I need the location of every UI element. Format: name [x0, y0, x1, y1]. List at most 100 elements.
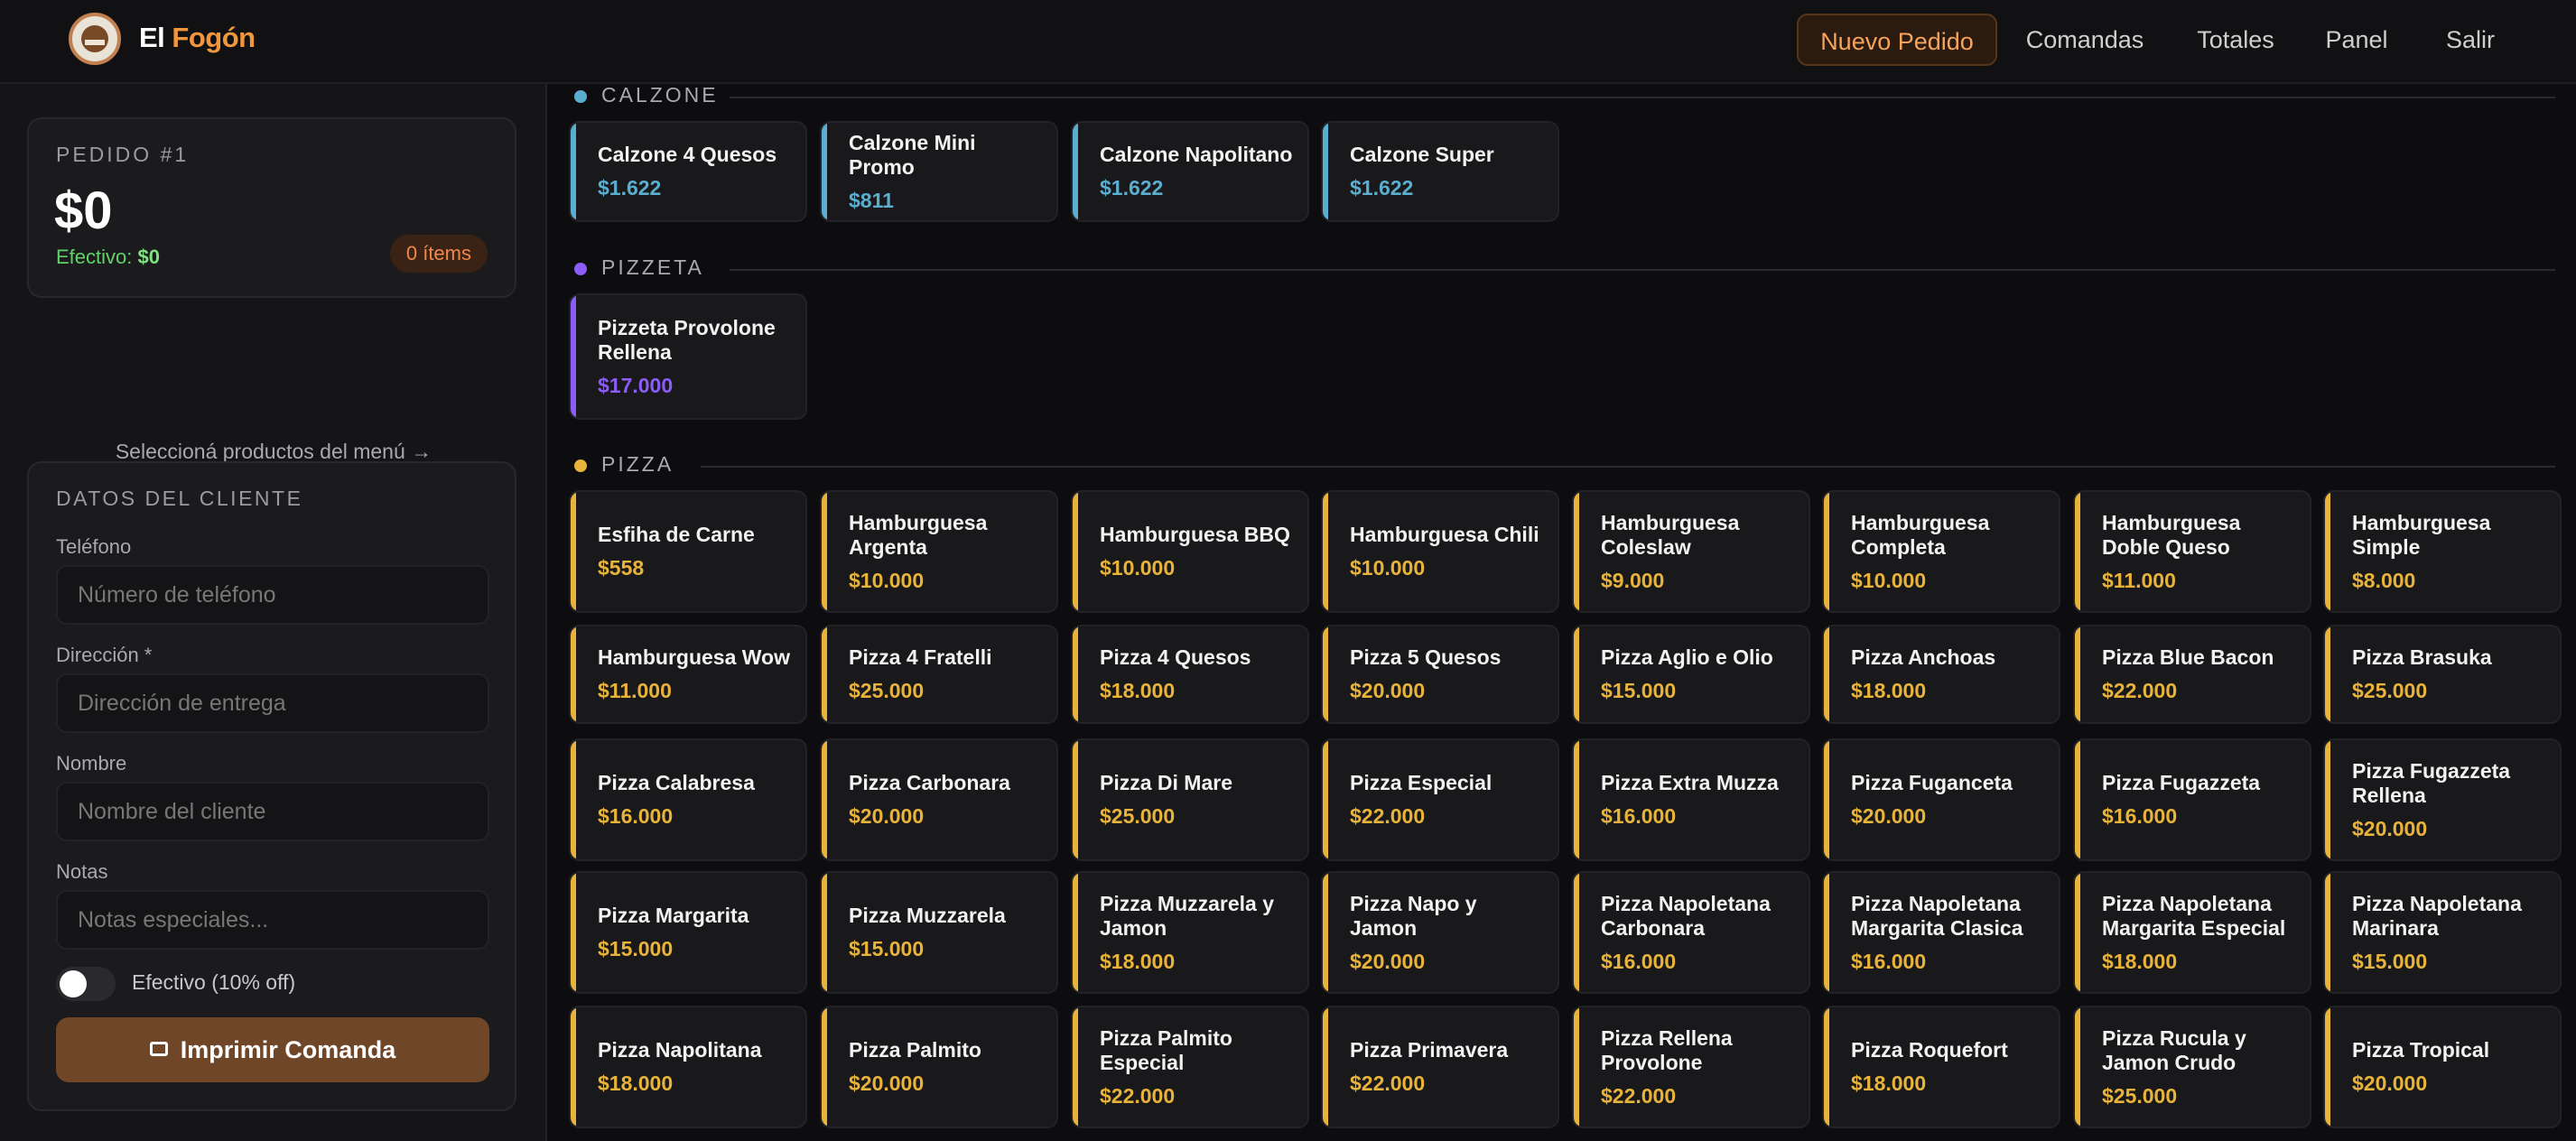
product-card[interactable]: Pizza Fugazzeta Rellena $20.000	[2323, 738, 2562, 861]
product-card[interactable]: Hamburguesa Chili $10.000	[1321, 490, 1559, 613]
empty-order-hint: Seleccioná productos del menú →	[115, 440, 432, 463]
product-card[interactable]: Pizza 4 Fratelli $25.000	[820, 625, 1058, 724]
brand-logo[interactable]	[69, 13, 121, 65]
product-card[interactable]: Pizza Brasuka $25.000	[2323, 625, 2562, 724]
product-card[interactable]: Pizza Roquefort $18.000	[1822, 1006, 2060, 1128]
product-name: Pizza 5 Quesos	[1350, 645, 1502, 669]
product-card[interactable]: Pizza 5 Quesos $20.000	[1321, 625, 1559, 724]
product-card[interactable]: Pizza Napoletana Marinara $15.000	[2323, 871, 2562, 994]
category-stripe	[2325, 626, 2330, 722]
product-card[interactable]: Pizza Tropical $20.000	[2323, 1006, 2562, 1128]
product-card[interactable]: Calzone Super $1.622	[1321, 121, 1559, 222]
product-card[interactable]: Pizza Rucula y Jamon Crudo $25.000	[2073, 1006, 2311, 1128]
product-card[interactable]: Pizza Palmito Especial $22.000	[1071, 1006, 1309, 1128]
product-card[interactable]: Hamburguesa Completa $10.000	[1822, 490, 2060, 613]
product-price: $16.000	[1601, 804, 1677, 828]
product-name: Pizza Napoletana Margarita Especial	[2102, 891, 2286, 940]
product-card[interactable]: Pizza Blue Bacon $22.000	[2073, 625, 2311, 724]
notes-input[interactable]: Notas especiales...	[56, 890, 489, 950]
category-stripe	[822, 873, 827, 992]
product-card[interactable]: Pizza Napo y Jamon $20.000	[1321, 871, 1559, 994]
product-card[interactable]: Hamburguesa Argenta $10.000	[820, 490, 1058, 613]
product-card[interactable]: Pizza Napolitana $18.000	[569, 1006, 807, 1128]
category-stripe	[2075, 492, 2080, 611]
product-card[interactable]: Pizza 4 Quesos $18.000	[1071, 625, 1309, 724]
category-stripe	[2075, 626, 2080, 722]
product-card[interactable]: Pizzeta Provolone Rellena $17.000	[569, 293, 807, 420]
address-input[interactable]: Dirección de entrega	[56, 673, 489, 733]
product-card[interactable]: Hamburguesa Coleslaw $9.000	[1572, 490, 1810, 613]
product-card[interactable]: Pizza Extra Muzza $16.000	[1572, 738, 1810, 861]
product-name: Pizzeta Provolone Rellena	[598, 315, 776, 364]
product-card[interactable]: Pizza Palmito $20.000	[820, 1006, 1058, 1128]
product-card-body: Pizza Napoletana Margarita Especial $18.0…	[2102, 873, 2297, 992]
product-name: Hamburguesa BBQ	[1100, 523, 1290, 546]
cash-discount-label: Efectivo (10% off)	[132, 970, 296, 994]
product-card[interactable]: Hamburguesa Simple $8.000	[2323, 490, 2562, 613]
product-price: $9.000	[1601, 568, 1665, 592]
category-stripe	[571, 492, 576, 611]
product-name: Pizza Aglio e Olio	[1601, 645, 1773, 669]
product-price: $10.000	[1100, 556, 1176, 580]
product-card[interactable]: Pizza Carbonara $20.000	[820, 738, 1058, 861]
product-price: $25.000	[2102, 1083, 2178, 1108]
product-card-body: Pizza Napoletana Carbonara $16.000	[1601, 873, 1796, 992]
product-card[interactable]: Pizza Especial $22.000	[1321, 738, 1559, 861]
product-card[interactable]: Pizza Napoletana Margarita Clasica $16.00…	[1822, 871, 2060, 994]
product-price: $15.000	[598, 937, 674, 960]
category-stripe	[2075, 740, 2080, 859]
product-card[interactable]: Esfiha de Carne $558	[569, 490, 807, 613]
product-card-body: Pizza Extra Muzza $16.000	[1601, 740, 1796, 859]
product-name: Pizza Roquefort	[1851, 1038, 2008, 1062]
product-card[interactable]: Pizza Di Mare $25.000	[1071, 738, 1309, 861]
product-price: $15.000	[2352, 949, 2428, 973]
product-card-body: Hamburguesa Wow $11.000	[598, 626, 793, 722]
product-card[interactable]: Calzone 4 Quesos $1.622	[569, 121, 807, 222]
name-input[interactable]: Nombre del cliente	[56, 782, 489, 841]
print-ticket-button[interactable]: Imprimir Comanda	[56, 1017, 489, 1082]
product-price: $15.000	[1601, 679, 1677, 702]
product-card[interactable]: Hamburguesa Wow $11.000	[569, 625, 807, 724]
product-card[interactable]: Pizza Margarita $15.000	[569, 871, 807, 994]
product-price: $10.000	[1350, 556, 1426, 580]
product-card[interactable]: Pizza Aglio e Olio $15.000	[1572, 625, 1810, 724]
category-stripe	[2325, 873, 2330, 992]
product-price: $22.000	[1601, 1083, 1677, 1108]
product-card-body: Pizza Aglio e Olio $15.000	[1601, 626, 1796, 722]
product-name: Calzone 4 Quesos	[598, 143, 777, 166]
product-card[interactable]: Hamburguesa Doble Queso $11.000	[2073, 490, 2311, 613]
phone-input[interactable]: Número de teléfono	[56, 565, 489, 625]
product-name: Hamburguesa Completa	[1851, 510, 1990, 559]
product-price: $16.000	[2102, 804, 2178, 828]
nav-panel[interactable]: Panel	[2317, 14, 2396, 66]
nav-nuevo-pedido[interactable]: Nuevo Pedido	[1797, 14, 1997, 66]
product-card[interactable]: Pizza Anchoas $18.000	[1822, 625, 2060, 724]
product-card[interactable]: Pizza Primavera $22.000	[1321, 1006, 1559, 1128]
product-card[interactable]: Pizza Fuganceta $20.000	[1822, 738, 2060, 861]
product-card[interactable]: Calzone Napolitano $1.622	[1071, 121, 1309, 222]
product-card[interactable]: Pizza Muzzarela $15.000	[820, 871, 1058, 994]
product-card-body: Pizza Carbonara $20.000	[849, 740, 1044, 859]
product-price: $22.000	[2102, 679, 2178, 702]
notes-label: Notas	[56, 860, 108, 883]
product-card[interactable]: Hamburguesa BBQ $10.000	[1071, 490, 1309, 613]
product-card[interactable]: Calzone Mini Promo $811	[820, 121, 1058, 222]
nav-salir[interactable]: Salir	[2436, 14, 2505, 66]
product-name: Pizza Muzzarela y Jamon	[1100, 891, 1275, 940]
brand-name[interactable]: El Fogón	[139, 22, 256, 54]
nav-comandas[interactable]: Comandas	[2012, 14, 2158, 66]
product-card[interactable]: Pizza Rellena Provolone $22.000	[1572, 1006, 1810, 1128]
cash-discount-toggle[interactable]	[56, 967, 116, 1001]
category-stripe	[1323, 740, 1328, 859]
product-name: Pizza Rellena Provolone	[1601, 1025, 1733, 1074]
product-price: $558	[598, 556, 645, 580]
product-card-body: Calzone Super $1.622	[1350, 123, 1545, 220]
category-stripe	[1073, 740, 1078, 859]
product-card[interactable]: Pizza Calabresa $16.000	[569, 738, 807, 861]
nav-totales[interactable]: Totales	[2185, 14, 2286, 66]
order-total: $0	[54, 181, 113, 240]
product-card[interactable]: Pizza Fugazzeta $16.000	[2073, 738, 2311, 861]
product-card[interactable]: Pizza Napoletana Carbonara $16.000	[1572, 871, 1810, 994]
product-card[interactable]: Pizza Muzzarela y Jamon $18.000	[1071, 871, 1309, 994]
product-card[interactable]: Pizza Napoletana Margarita Especial $18.0…	[2073, 871, 2311, 994]
